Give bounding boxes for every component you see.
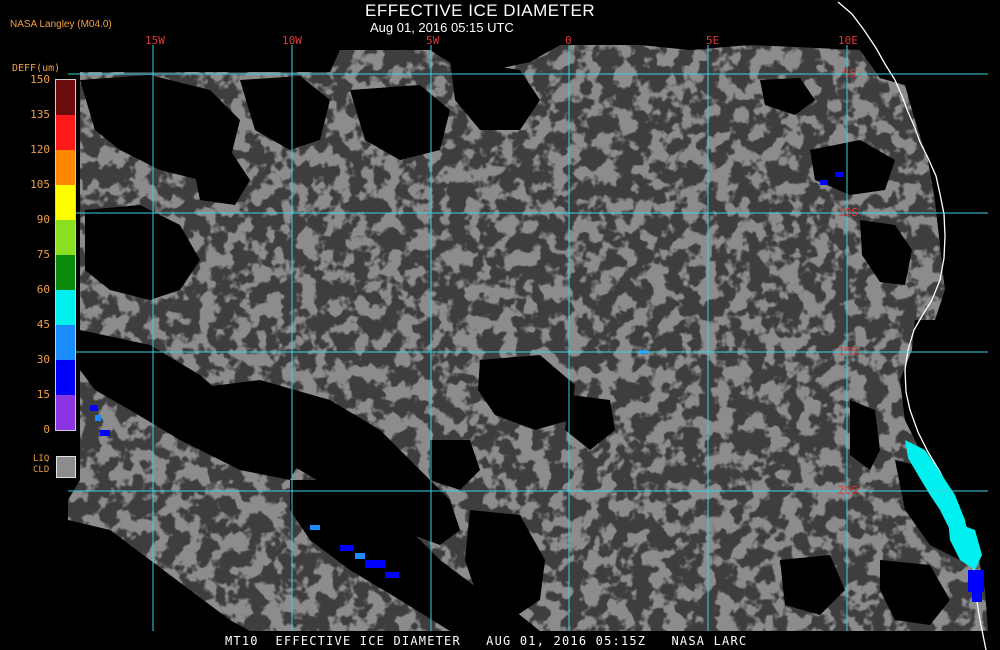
legend-tick-0: 0: [43, 423, 50, 436]
colorbar: [55, 79, 76, 431]
map-frame: [68, 0, 1000, 650]
cloud-field: [68, 45, 988, 631]
colorbar-segment-120-135: [56, 115, 75, 150]
legend-tick-90: 90: [36, 213, 50, 226]
colorbar-segment-135-150: [56, 80, 75, 115]
lon-label-15w: 15W: [145, 34, 165, 47]
colorbar-segment-45-60: [56, 290, 75, 325]
lat-label-5s: 5S: [843, 67, 857, 80]
liquid-cloud-label-cld: CLD: [33, 465, 50, 475]
satellite-map-view: EFFECTIVE ICE DIAMETER Aug 01, 2016 05:1…: [0, 0, 1000, 650]
legend-tick-30: 30: [36, 353, 50, 366]
liquid-cloud-swatch: [56, 456, 76, 478]
colorbar-segment-0-15: [56, 395, 75, 430]
colorbar-segment-75-90: [56, 220, 75, 255]
colorbar-segment-30-45: [56, 325, 75, 360]
legend-tick-45: 45: [36, 318, 50, 331]
legend-tick-105: 105: [30, 178, 50, 191]
lat-label-20s: 20S: [838, 484, 858, 497]
legend-tick-120: 120: [30, 143, 50, 156]
legend-tick-135: 135: [30, 108, 50, 121]
colorbar-segment-15-30: [56, 360, 75, 395]
lon-label-0: 0: [565, 34, 572, 47]
lon-label-10e: 10E: [838, 34, 858, 47]
colorbar-segment-105-120: [56, 150, 75, 185]
legend-tick-75: 75: [36, 248, 50, 261]
lon-label-10w: 10W: [282, 34, 302, 47]
product-credit: NASA Langley (M04.0): [10, 19, 112, 30]
map-timestamp: Aug 01, 2016 05:15 UTC: [370, 20, 514, 35]
lon-label-5e: 5E: [706, 34, 720, 47]
lat-label-10s: 10S: [838, 206, 858, 219]
map-title: EFFECTIVE ICE DIAMETER: [365, 1, 596, 20]
legend-tick-150: 150: [30, 73, 50, 86]
legend-tick-15: 15: [36, 388, 50, 401]
liquid-cloud-label-liq: LIQ: [33, 454, 50, 464]
lat-label-15s: 15S: [838, 345, 858, 358]
footer-caption: MT10 EFFECTIVE ICE DIAMETER AUG 01, 2016…: [225, 634, 748, 648]
colorbar-segment-90-105: [56, 185, 75, 220]
colorbar-segment-60-75: [56, 255, 75, 290]
legend-tick-60: 60: [36, 283, 50, 296]
lon-label-5w: 5W: [426, 34, 440, 47]
